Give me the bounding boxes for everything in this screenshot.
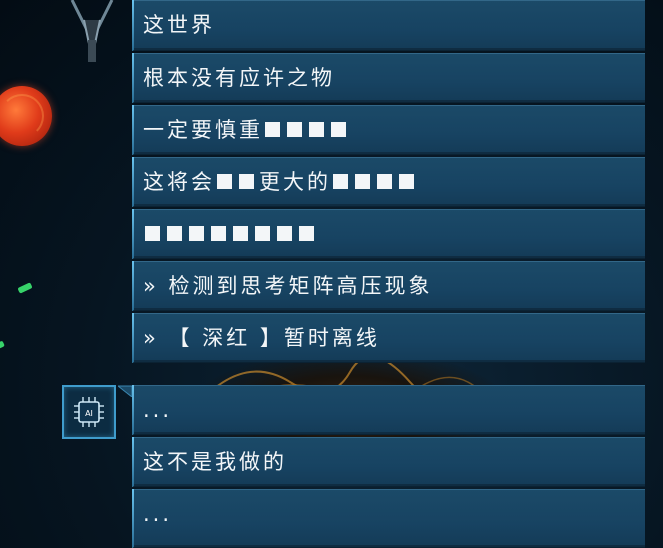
redacted-square [277,225,292,241]
redacted-squares [215,170,259,194]
dialogue-line [132,209,645,259]
dialogue-text: 一定要慎重 [143,118,263,142]
dialogue-line: 这不是我做的 [132,437,645,487]
redacted-square [309,121,324,137]
redacted-square [211,225,226,241]
redacted-square [217,173,232,189]
redacted-squares [331,170,419,194]
system-message-text: » 检测到思考矩阵高压现象 [143,274,433,298]
redacted-square [355,173,370,189]
redacted-square [145,225,160,241]
redacted-square [331,121,346,137]
green-shard-image [17,282,33,294]
dialogue-text: 更大的 [259,170,331,194]
avatar-label: AI [85,409,93,418]
redacted-square [265,121,280,137]
speech-tail [118,385,132,397]
redacted-squares [263,118,351,142]
chip-icon: AI [74,397,104,427]
dialogue-line: 根本没有应许之物 [132,53,645,103]
redacted-square [399,173,414,189]
system-message-line: » 【 深红 】暂时离线 [132,313,645,363]
dialogue-text: ... [143,398,173,422]
dialogue-text: 根本没有应许之物 [143,66,335,90]
redacted-squares [143,222,319,246]
dialogue-line: ... [132,385,645,435]
redacted-square [287,121,302,137]
redacted-square [167,225,182,241]
redacted-square [239,173,254,189]
dialogue-line: 这世界 [132,0,645,51]
ship-image [70,0,114,62]
redacted-square [299,225,314,241]
dialogue-line: 一定要慎重 [132,105,645,155]
system-message-text: » 【 深红 】暂时离线 [143,326,380,350]
system-message-line: » 检测到思考矩阵高压现象 [132,261,645,311]
redacted-square [255,225,270,241]
ai-avatar: AI [62,385,116,439]
redacted-square [333,173,348,189]
dialogue-text: 这不是我做的 [143,450,287,474]
redacted-square [189,225,204,241]
dialogue-line[interactable]: ... [132,489,645,548]
dialogue-line: 这将会 更大的 [132,157,645,207]
dialogue-text: 这世界 [143,13,215,37]
green-shard-image [0,340,5,350]
dialogue-text: 这将会 [143,170,215,194]
redacted-square [233,225,248,241]
dialogue-text: ... [143,502,173,526]
redacted-square [377,173,392,189]
planet-image [0,86,52,146]
